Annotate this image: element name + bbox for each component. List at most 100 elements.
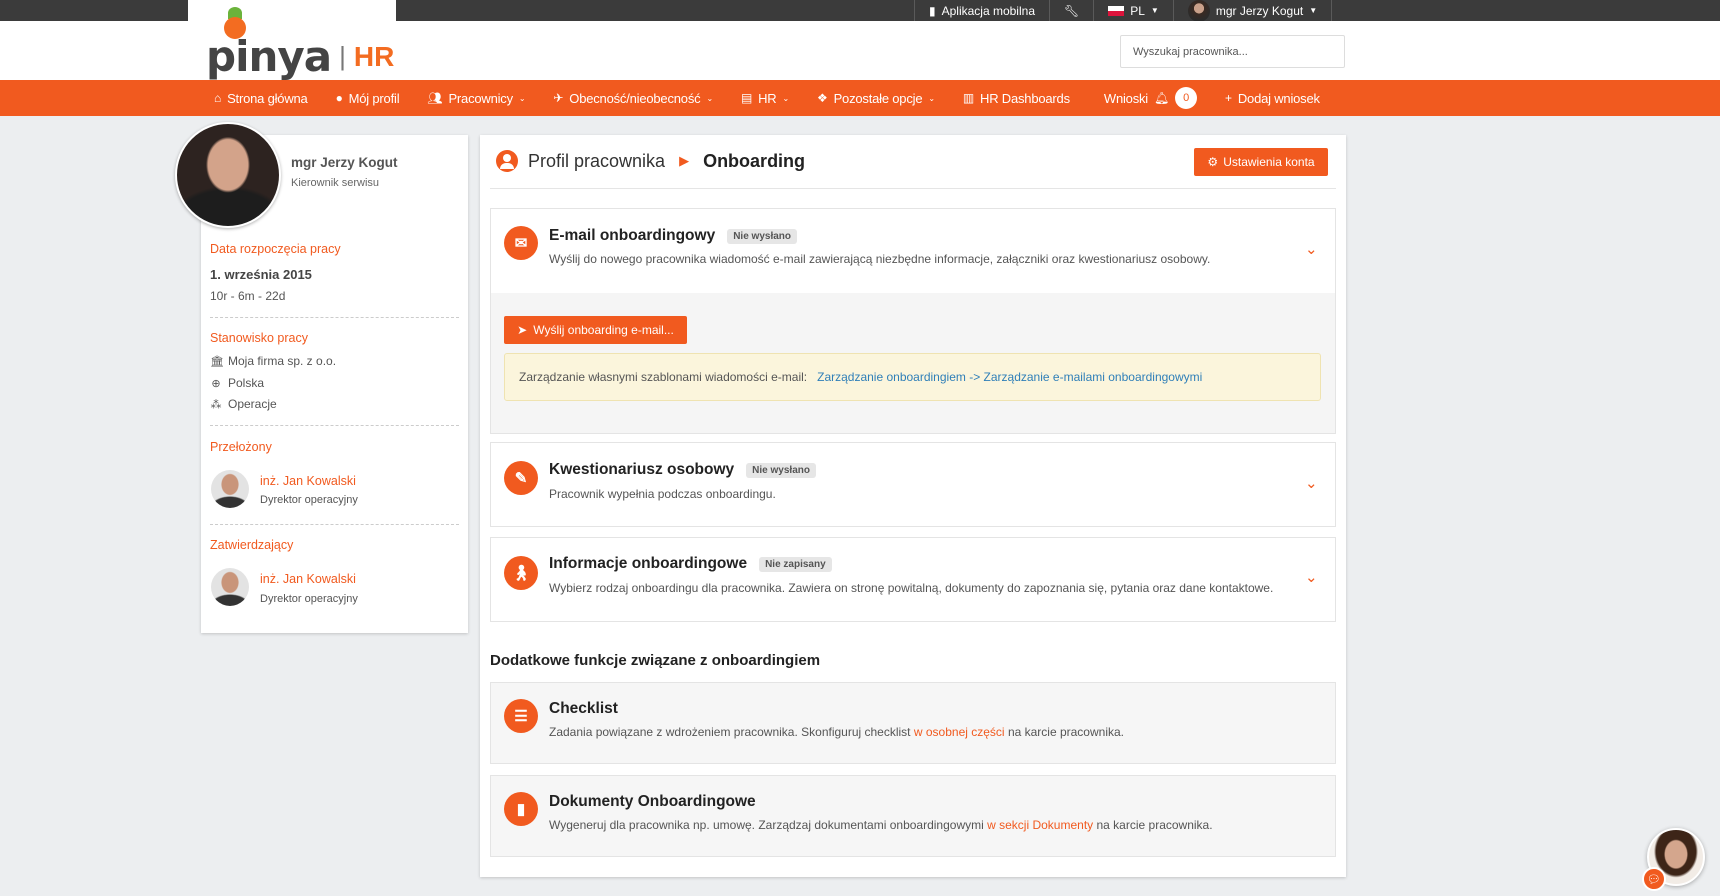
header: pinya | HR [0, 7, 1720, 81]
top-bar: ▮ Aplikacja mobilna 🔧︎ PL ▼ mgr Jerzy Ko… [0, 0, 1720, 22]
chevron-down-icon[interactable]: ⌄ [1305, 240, 1318, 258]
nav-hr-label: HR [758, 90, 777, 106]
info-card-description: Wybierz rodzaj onboardingu dla pracownik… [549, 581, 1274, 595]
poland-flag-icon [1108, 5, 1125, 16]
email-templates-link[interactable]: Zarządzanie onboardingiem -> Zarządzanie… [817, 370, 1202, 384]
user-menu[interactable]: mgr Jerzy Kogut ▼ [1172, 0, 1333, 22]
checklist-card-description: Zadania powiązane z wdrożeniem pracownik… [549, 725, 1124, 739]
email-card-header[interactable]: E-mail onboardingowy Nie wysłano [549, 227, 798, 245]
send-onboarding-email-button[interactable]: ➤ Wyślij onboarding e-mail... [504, 316, 687, 344]
checklist-section-link[interactable]: w osobnej części [914, 725, 1005, 739]
tools-button[interactable]: 🔧︎ [1049, 0, 1093, 21]
user-menu-name: mgr Jerzy Kogut [1215, 3, 1304, 18]
approver-role: Dyrektor operacyjny [260, 593, 358, 605]
mobile-app-link[interactable]: ▮ Aplikacja mobilna [914, 0, 1049, 21]
supervisor-role: Dyrektor operacyjny [260, 494, 358, 506]
logo-suffix: HR [353, 40, 395, 72]
tenure-value: 10r - 6m - 22d [210, 289, 286, 303]
nav-hr-dashboards-label: HR Dashboards [980, 90, 1070, 106]
supervisor-name-link[interactable]: inż. Jan Kowalski [260, 474, 356, 488]
start-date-value: 1. września 2015 [210, 267, 312, 282]
account-settings-button[interactable]: ⚙ Ustawienia konta [1194, 148, 1328, 176]
caret-right-icon: ▶ [679, 153, 690, 168]
chevron-down-icon: ⌄ [706, 93, 713, 103]
country-row: ⊕ Polska [210, 376, 264, 390]
bar-chart-icon: ▥ [962, 91, 974, 105]
users-icon: 👥︎ [427, 91, 443, 105]
info-card-title: Informacje onboardingowe [549, 555, 748, 572]
employee-search-input[interactable] [1120, 35, 1345, 68]
mobile-app-label: Aplikacja mobilna [941, 3, 1035, 18]
language-label: PL [1130, 3, 1145, 18]
nav-add-request-label: Dodaj wniosek [1237, 90, 1320, 106]
caret-down-icon: ▼ [1150, 6, 1159, 15]
chevron-down-icon: ⌄ [518, 93, 526, 103]
employee-name: mgr Jerzy Kogut [291, 155, 398, 170]
nav-employees[interactable]: 👥︎ Pracownicy ⌄ [427, 91, 525, 106]
globe-icon: ⊕ [211, 377, 221, 390]
documents-section-link[interactable]: w sekcji Dokumenty [987, 818, 1093, 832]
approver-avatar[interactable] [211, 568, 249, 606]
company-row: 🏛︎ Moja firma sp. z o.o. [210, 354, 336, 368]
questionnaire-card[interactable] [490, 442, 1336, 527]
onboarding-documents-card [490, 775, 1336, 857]
main-nav: ⌂ Strona główna ● Mój profil 👥︎ Pracowni… [0, 80, 1720, 116]
user-circle-icon: ● [335, 91, 343, 105]
questionnaire-card-header[interactable]: Kwestionariusz osobowy Nie wysłano [549, 461, 816, 479]
email-templates-alert: Zarządzanie własnymi szablonami wiadomoś… [504, 353, 1321, 401]
approver-name-link[interactable]: inż. Jan Kowalski [260, 572, 356, 586]
divider [210, 317, 459, 318]
bell-icon: 🔔︎ [1154, 91, 1170, 105]
nav-add-request[interactable]: + Dodaj wniosek [1225, 91, 1320, 106]
nav-attendance[interactable]: ✈ Obecność/nieobecność ⌄ [553, 91, 713, 106]
questionnaire-card-description: Pracownik wypełnia podczas onboardingu. [549, 487, 776, 501]
checklist-card [490, 682, 1336, 764]
nav-attendance-label: Obecność/nieobecność [569, 90, 701, 106]
nav-home-label: Strona główna [227, 90, 308, 106]
nav-hr[interactable]: ▤ HR ⌄ [741, 91, 789, 106]
department-row: ⁂ Operacje [210, 397, 277, 411]
logo-separator: | [339, 41, 346, 71]
logo-tab [188, 0, 396, 21]
user-avatar [1187, 0, 1210, 22]
title-divider [490, 188, 1336, 189]
logo[interactable]: pinya | HR [206, 7, 395, 81]
home-icon: ⌂ [214, 91, 222, 105]
account-settings-label: Ustawienia konta [1223, 155, 1315, 169]
chevron-down-icon[interactable]: ⌄ [1305, 568, 1318, 586]
nav-other-options[interactable]: ❖ Pozostałe opcje ⌄ [817, 91, 935, 106]
edit-icon: ✎ [504, 461, 538, 495]
divider [210, 425, 459, 426]
questionnaire-card-title: Kwestionariusz osobowy [549, 461, 735, 478]
language-selector[interactable]: PL ▼ [1093, 0, 1173, 21]
supervisor-avatar[interactable] [211, 470, 249, 508]
info-card-header[interactable]: Informacje onboardingowe Nie zapisany [549, 555, 832, 573]
gear-icon: ⚙ [1207, 155, 1219, 169]
envelope-icon: ✉ [504, 226, 538, 260]
nav-requests[interactable]: Wnioski 🔔︎ 0 [1103, 87, 1198, 109]
position-label: Stanowisko pracy [210, 331, 308, 345]
extra-functions-heading: Dodatkowe funkcje związane z onboardingi… [490, 652, 821, 669]
nav-employees-label: Pracownicy [448, 90, 513, 106]
nav-hr-dashboards[interactable]: ▥ HR Dashboards [963, 91, 1070, 106]
chevron-down-icon[interactable]: ⌄ [1305, 474, 1318, 492]
divider [210, 524, 459, 525]
chevron-down-icon: ⌄ [782, 93, 789, 103]
breadcrumb-current: Onboarding [703, 150, 806, 171]
plane-icon: ✈ [553, 91, 564, 105]
wrench-icon: 🔧︎ [1064, 3, 1080, 18]
documents-card-title: Dokumenty Onboardingowe [549, 793, 756, 810]
breadcrumb-parent[interactable]: Profil pracownika [528, 151, 665, 172]
paper-plane-icon: ➤ [517, 323, 528, 337]
employee-role: Kierownik serwisu [291, 177, 380, 189]
chat-bubble-icon[interactable]: 💬︎ [1642, 867, 1666, 891]
nav-home[interactable]: ⌂ Strona główna [214, 91, 308, 106]
onboarding-info-card[interactable] [490, 537, 1336, 622]
nav-my-profile-label: Mój profil [348, 90, 400, 106]
user-circle-icon [496, 150, 518, 172]
department-value: Operacje [228, 397, 277, 411]
nav-my-profile[interactable]: ● Mój profil [336, 91, 400, 106]
nav-requests-label: Wnioski [1103, 90, 1148, 106]
documents-card-description: Wygeneruj dla pracownika np. umowę. Zarz… [549, 818, 1213, 832]
email-card-description: Wyślij do nowego pracownika wiadomość e-… [549, 252, 1211, 266]
